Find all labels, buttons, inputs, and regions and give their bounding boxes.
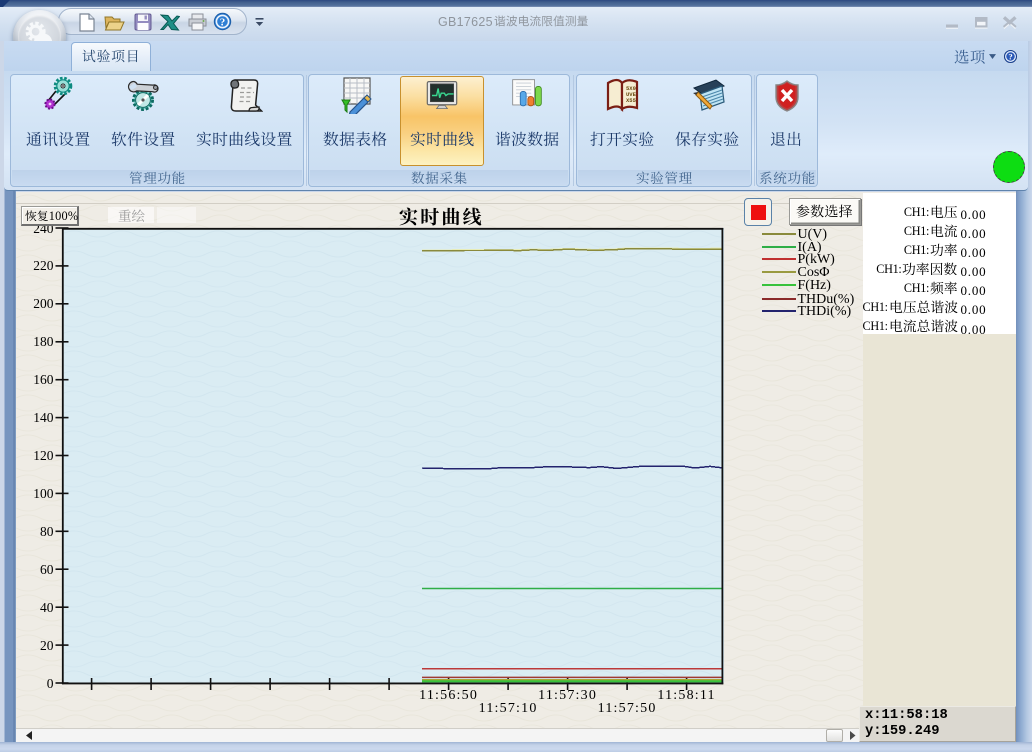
svg-text:?: ? [1008, 52, 1012, 62]
svg-text:X55: X55 [626, 97, 637, 104]
svg-text:?: ? [220, 17, 226, 29]
